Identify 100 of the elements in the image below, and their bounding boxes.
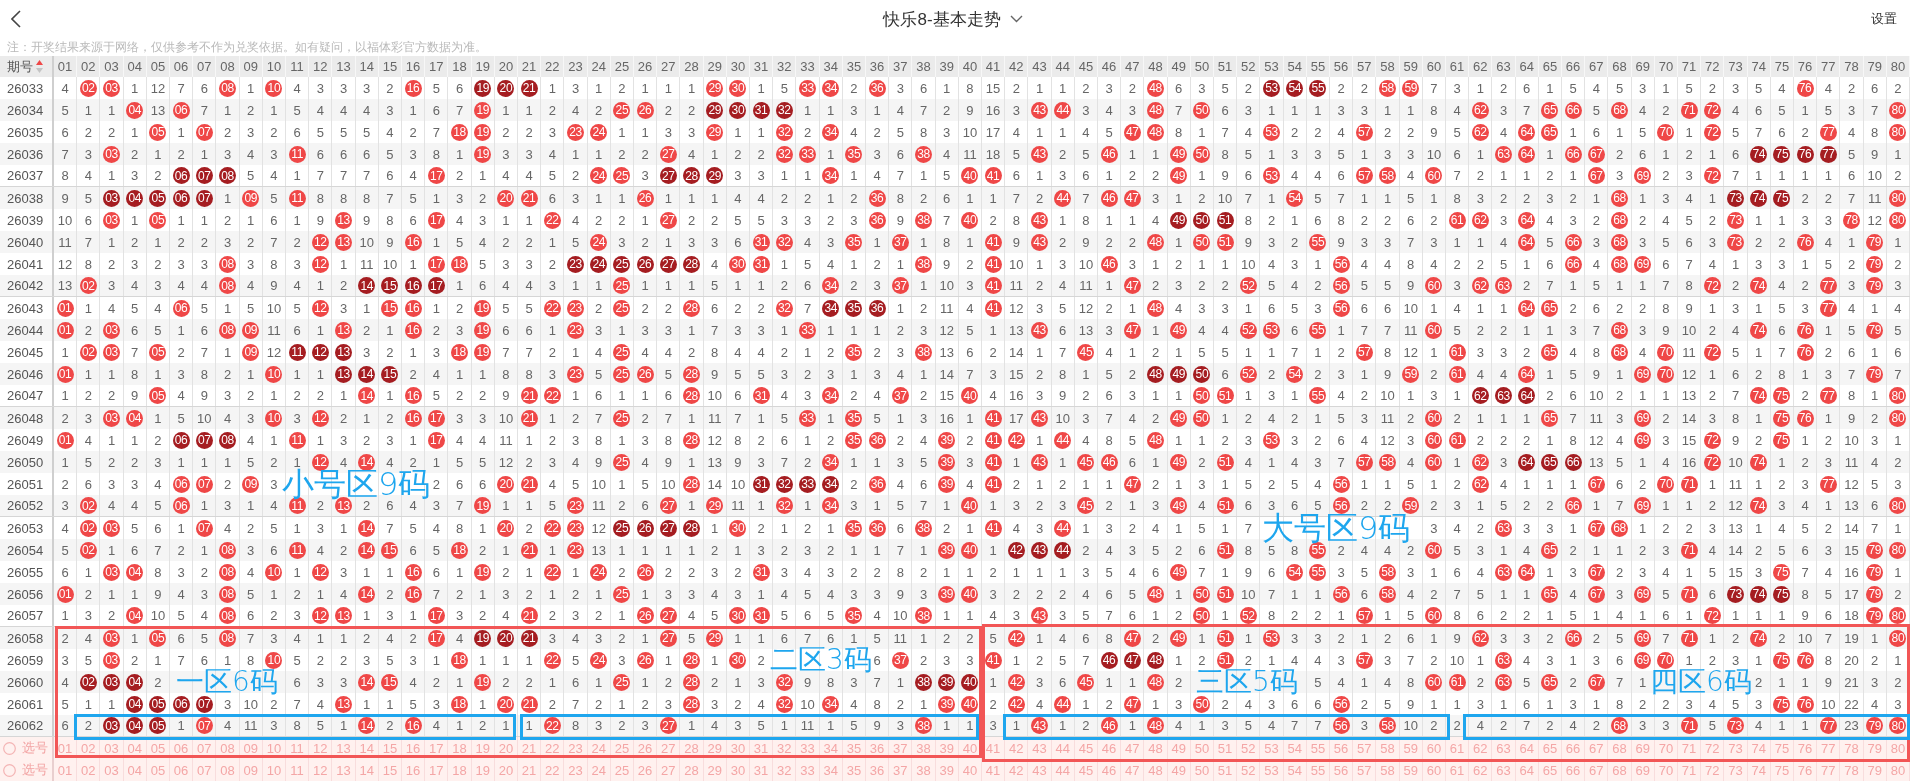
pick-number[interactable]: 36 (869, 742, 885, 754)
sort-icon[interactable] (36, 60, 43, 73)
pick-number[interactable]: 33 (800, 742, 815, 754)
pick-number[interactable]: 60 (1426, 764, 1442, 776)
pick-number[interactable]: 06 (173, 742, 189, 754)
pick-number[interactable]: 09 (243, 764, 258, 776)
pick-number[interactable]: 11 (290, 742, 304, 754)
pick-number[interactable]: 71 (1681, 742, 1697, 754)
pick-number[interactable]: 22 (545, 742, 560, 754)
pick-number[interactable]: 19 (475, 764, 490, 776)
pick-number[interactable]: 30 (730, 764, 746, 776)
pick-number[interactable]: 08 (220, 764, 235, 776)
pick-number[interactable]: 70 (1658, 742, 1674, 754)
pick-number[interactable]: 54 (1287, 764, 1302, 776)
pick-number[interactable]: 66 (1565, 742, 1581, 754)
pick-number[interactable]: 55 (1310, 764, 1326, 776)
pick-number[interactable]: 58 (1380, 764, 1395, 776)
pick-number[interactable]: 07 (197, 742, 212, 754)
pick-number[interactable]: 72 (1705, 742, 1720, 754)
pick-number[interactable]: 68 (1612, 742, 1627, 754)
pick-number[interactable]: 79 (1867, 742, 1882, 754)
pick-number[interactable]: 23 (568, 742, 583, 754)
pick-number[interactable]: 52 (1241, 764, 1256, 776)
pick-number[interactable]: 61 (1449, 764, 1465, 776)
pick-number[interactable]: 33 (800, 764, 815, 776)
pick-number[interactable]: 30 (730, 742, 746, 754)
pick-number[interactable]: 13 (336, 742, 351, 754)
pick-number[interactable]: 48 (1148, 764, 1163, 776)
pick-number[interactable]: 65 (1542, 764, 1558, 776)
pick-number[interactable]: 06 (173, 764, 189, 776)
pick-number[interactable]: 62 (1473, 742, 1488, 754)
pick-number[interactable]: 34 (823, 742, 838, 754)
pick-number[interactable]: 47 (1125, 742, 1140, 754)
pick-number[interactable]: 42 (1009, 764, 1024, 776)
pick-number[interactable]: 55 (1310, 742, 1326, 754)
pick-number[interactable]: 76 (1797, 764, 1813, 776)
settings-link[interactable]: 设置 (1871, 10, 1897, 28)
pick-number[interactable]: 15 (382, 742, 398, 754)
pick-number[interactable]: 59 (1403, 742, 1418, 754)
pick-number[interactable]: 73 (1728, 742, 1743, 754)
pick-number[interactable]: 73 (1728, 764, 1743, 776)
pick-number[interactable]: 24 (591, 764, 606, 776)
pick-number[interactable]: 16 (405, 764, 421, 776)
pick-number[interactable]: 80 (1890, 764, 1906, 776)
pick-number[interactable]: 32 (777, 764, 792, 776)
pick-number[interactable]: 79 (1867, 764, 1882, 776)
pick-number[interactable]: 10 (266, 764, 282, 776)
pick-number[interactable]: 51 (1217, 742, 1233, 754)
pick-number[interactable]: 28 (684, 764, 699, 776)
pick-number[interactable]: 03 (104, 742, 119, 754)
pick-number[interactable]: 46 (1101, 764, 1117, 776)
pick-number[interactable]: 77 (1821, 742, 1836, 754)
pick-number[interactable]: 64 (1519, 764, 1534, 776)
pick-number[interactable]: 56 (1333, 742, 1349, 754)
radio-button[interactable] (3, 763, 16, 777)
pick-number[interactable]: 07 (197, 764, 212, 776)
pick-number[interactable]: 39 (939, 764, 954, 776)
pick-number[interactable]: 49 (1171, 742, 1186, 754)
pick-number[interactable]: 60 (1426, 742, 1442, 754)
title-dropdown[interactable]: 快乐8-基本走势 (883, 7, 1023, 31)
pick-number[interactable]: 12 (313, 742, 328, 754)
pick-number[interactable]: 28 (684, 742, 699, 754)
pick-number[interactable]: 80 (1890, 742, 1906, 754)
pick-number[interactable]: 74 (1751, 742, 1766, 754)
pick-number[interactable]: 27 (661, 742, 676, 754)
pick-number[interactable]: 59 (1403, 764, 1418, 776)
pick-number[interactable]: 04 (127, 764, 142, 776)
pick-number[interactable]: 69 (1635, 742, 1650, 754)
pick-number[interactable]: 63 (1496, 764, 1511, 776)
pick-number[interactable]: 03 (104, 764, 119, 776)
radio-button[interactable] (3, 741, 16, 755)
pick-number[interactable]: 16 (405, 742, 421, 754)
pick-number[interactable]: 26 (637, 742, 653, 754)
pick-number[interactable]: 58 (1380, 742, 1395, 754)
pick-number[interactable]: 29 (707, 742, 722, 754)
pick-number[interactable]: 11 (290, 764, 304, 776)
pick-number[interactable]: 24 (591, 742, 606, 754)
pick-number[interactable]: 01 (57, 764, 73, 776)
pick-number[interactable]: 04 (127, 742, 142, 754)
pick-number[interactable]: 29 (707, 764, 722, 776)
pick-number[interactable]: 63 (1496, 742, 1511, 754)
pick-number[interactable]: 31 (753, 742, 769, 754)
pick-number[interactable]: 67 (1589, 764, 1604, 776)
pick-number[interactable]: 02 (81, 764, 96, 776)
pick-number[interactable]: 70 (1658, 764, 1674, 776)
pick-number[interactable]: 18 (452, 742, 467, 754)
pick-number[interactable]: 38 (916, 764, 931, 776)
pick-number[interactable]: 27 (661, 764, 676, 776)
pick-number[interactable]: 17 (429, 764, 444, 776)
pick-number[interactable]: 45 (1078, 764, 1094, 776)
pick-number[interactable]: 69 (1635, 764, 1650, 776)
pick-number[interactable]: 26 (637, 764, 653, 776)
pick-number[interactable]: 31 (753, 764, 769, 776)
pick-number[interactable]: 40 (962, 764, 978, 776)
pick-number[interactable]: 35 (846, 742, 862, 754)
pick-number[interactable]: 77 (1821, 764, 1836, 776)
pick-number[interactable]: 62 (1473, 764, 1488, 776)
pick-number[interactable]: 10 (266, 742, 282, 754)
pick-number[interactable]: 35 (846, 764, 862, 776)
pick-number[interactable]: 02 (81, 742, 96, 754)
